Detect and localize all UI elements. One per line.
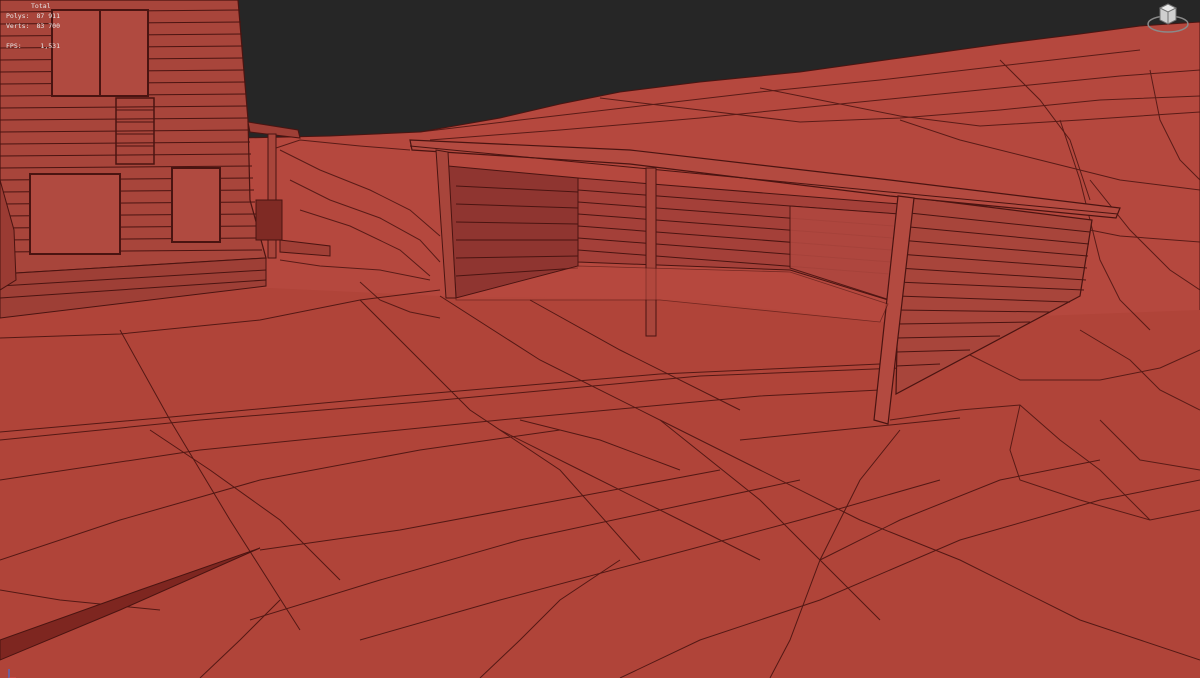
axis-tripod-icon xyxy=(6,664,18,678)
viewport[interactable]: Total Polys: 87 911 Verts: 83 700 FPS: 1… xyxy=(0,0,1200,678)
stats-label: FPS: xyxy=(6,42,22,50)
ground-plane xyxy=(0,288,1200,678)
shed-middle-post xyxy=(645,167,657,337)
stats-value: 87 911 xyxy=(36,12,60,20)
stats-row-verts: Verts: 83 700 xyxy=(6,21,60,31)
lower-window-left xyxy=(29,173,121,255)
viewcube-icon[interactable] xyxy=(1146,0,1190,34)
stats-label: Polys: xyxy=(6,12,30,20)
stats-value: 1,531 xyxy=(40,42,60,50)
stats-row-fps: FPS: 1,531 xyxy=(6,41,60,51)
stats-label: Verts: xyxy=(6,22,30,30)
porch-steps xyxy=(255,199,283,241)
lower-window-right xyxy=(171,167,221,243)
stats-value: 83 700 xyxy=(36,22,60,30)
stats-row-polys: Polys: 87 911 xyxy=(6,11,60,21)
viewport-statistics: Total Polys: 87 911 Verts: 83 700 FPS: 1… xyxy=(6,1,60,51)
scene-3d[interactable] xyxy=(0,0,1200,678)
stats-header: Total xyxy=(31,2,51,10)
